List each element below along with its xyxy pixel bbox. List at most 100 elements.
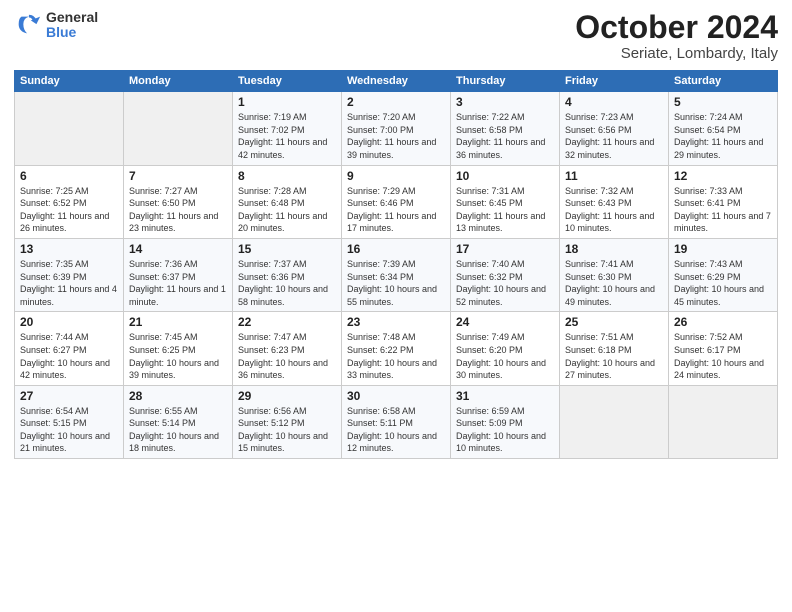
day-info: Sunrise: 7:19 AM Sunset: 7:02 PM Dayligh…	[238, 111, 336, 161]
day-number: 26	[674, 315, 772, 329]
day-number: 31	[456, 389, 554, 403]
day-number: 28	[129, 389, 227, 403]
day-info: Sunrise: 7:32 AM Sunset: 6:43 PM Dayligh…	[565, 185, 663, 235]
table-row: 8Sunrise: 7:28 AM Sunset: 6:48 PM Daylig…	[233, 165, 342, 238]
table-row: 15 Sunrise: 7:37 AM Sunset: 6:36 PM Dayli…	[233, 238, 342, 311]
day-number: 24	[456, 315, 554, 329]
day-number: 27	[20, 389, 118, 403]
col-sunday: Sunday	[15, 71, 124, 92]
day-number: 19	[674, 242, 772, 256]
day-number: 14	[129, 242, 227, 256]
table-row	[560, 385, 669, 458]
day-number: 1	[238, 95, 336, 109]
day-info: Sunrise: 6:56 AM Sunset: 5:12 PM Dayligh…	[238, 405, 336, 455]
table-row: 31 Sunrise: 6:59 AM Sunset: 5:09 PM Dayli…	[451, 385, 560, 458]
col-saturday: Saturday	[669, 71, 778, 92]
day-number: 17	[456, 242, 554, 256]
col-monday: Monday	[124, 71, 233, 92]
day-info: Sunrise: 6:54 AM Sunset: 5:15 PM Dayligh…	[20, 405, 118, 455]
day-number: 18	[565, 242, 663, 256]
logo-text: General Blue	[46, 10, 98, 41]
table-row	[15, 92, 124, 165]
col-wednesday: Wednesday	[342, 71, 451, 92]
day-number: 25	[565, 315, 663, 329]
table-row: 19 Sunrise: 7:43 AM Sunset: 6:29 PM Dayli…	[669, 238, 778, 311]
header: General Blue October 2024 Seriate, Lomba…	[14, 10, 778, 62]
day-info: Sunrise: 7:29 AM Sunset: 6:46 PM Dayligh…	[347, 185, 445, 235]
day-info: Sunrise: 7:44 AM Sunset: 6:27 PM Dayligh…	[20, 331, 118, 381]
logo-blue: Blue	[46, 25, 98, 40]
day-number: 30	[347, 389, 445, 403]
day-number: 16	[347, 242, 445, 256]
table-row: 14 Sunrise: 7:36 AM Sunset: 6:37 PM Dayli…	[124, 238, 233, 311]
day-number: 7	[129, 169, 227, 183]
table-row	[669, 385, 778, 458]
table-row: 7Sunrise: 7:27 AM Sunset: 6:50 PM Daylig…	[124, 165, 233, 238]
col-tuesday: Tuesday	[233, 71, 342, 92]
day-number: 9	[347, 169, 445, 183]
table-row: 2 Sunrise: 7:20 AM Sunset: 7:00 PM Daylig…	[342, 92, 451, 165]
day-info: Sunrise: 7:37 AM Sunset: 6:36 PM Dayligh…	[238, 258, 336, 308]
day-number: 11	[565, 169, 663, 183]
day-number: 21	[129, 315, 227, 329]
day-info: Sunrise: 7:28 AM Sunset: 6:48 PM Dayligh…	[238, 185, 336, 235]
table-row: 12 Sunrise: 7:33 AM Sunset: 6:41 PM Dayli…	[669, 165, 778, 238]
table-row: 26 Sunrise: 7:52 AM Sunset: 6:17 PM Dayli…	[669, 312, 778, 385]
day-info: Sunrise: 7:39 AM Sunset: 6:34 PM Dayligh…	[347, 258, 445, 308]
col-friday: Friday	[560, 71, 669, 92]
day-info: Sunrise: 6:58 AM Sunset: 5:11 PM Dayligh…	[347, 405, 445, 455]
day-number: 3	[456, 95, 554, 109]
day-info: Sunrise: 7:31 AM Sunset: 6:45 PM Dayligh…	[456, 185, 554, 235]
day-info: Sunrise: 7:35 AM Sunset: 6:39 PM Dayligh…	[20, 258, 118, 308]
title-block: October 2024 Seriate, Lombardy, Italy	[575, 10, 778, 62]
day-info: Sunrise: 7:33 AM Sunset: 6:41 PM Dayligh…	[674, 185, 772, 235]
table-row: 3Sunrise: 7:22 AM Sunset: 6:58 PM Daylig…	[451, 92, 560, 165]
main-title: October 2024	[575, 10, 778, 45]
day-number: 6	[20, 169, 118, 183]
table-row: 6 Sunrise: 7:25 AM Sunset: 6:52 PM Daylig…	[15, 165, 124, 238]
table-row: 1 Sunrise: 7:19 AM Sunset: 7:02 PM Daylig…	[233, 92, 342, 165]
page: General Blue October 2024 Seriate, Lomba…	[0, 0, 792, 612]
table-row: 17 Sunrise: 7:40 AM Sunset: 6:32 PM Dayli…	[451, 238, 560, 311]
table-row: 29Sunrise: 6:56 AM Sunset: 5:12 PM Dayli…	[233, 385, 342, 458]
day-number: 4	[565, 95, 663, 109]
table-row: 4 Sunrise: 7:23 AM Sunset: 6:56 PM Daylig…	[560, 92, 669, 165]
logo: General Blue	[14, 10, 98, 41]
day-number: 13	[20, 242, 118, 256]
day-info: Sunrise: 7:23 AM Sunset: 6:56 PM Dayligh…	[565, 111, 663, 161]
day-info: Sunrise: 6:59 AM Sunset: 5:09 PM Dayligh…	[456, 405, 554, 455]
day-number: 23	[347, 315, 445, 329]
day-info: Sunrise: 7:40 AM Sunset: 6:32 PM Dayligh…	[456, 258, 554, 308]
day-info: Sunrise: 7:24 AM Sunset: 6:54 PM Dayligh…	[674, 111, 772, 161]
day-number: 12	[674, 169, 772, 183]
day-info: Sunrise: 6:55 AM Sunset: 5:14 PM Dayligh…	[129, 405, 227, 455]
day-info: Sunrise: 7:52 AM Sunset: 6:17 PM Dayligh…	[674, 331, 772, 381]
day-number: 22	[238, 315, 336, 329]
table-row: 28 Sunrise: 6:55 AM Sunset: 5:14 PM Dayli…	[124, 385, 233, 458]
table-row: 27 Sunrise: 6:54 AM Sunset: 5:15 PM Dayli…	[15, 385, 124, 458]
day-info: Sunrise: 7:20 AM Sunset: 7:00 PM Dayligh…	[347, 111, 445, 161]
day-number: 2	[347, 95, 445, 109]
day-info: Sunrise: 7:25 AM Sunset: 6:52 PM Dayligh…	[20, 185, 118, 235]
table-row: 18 Sunrise: 7:41 AM Sunset: 6:30 PM Dayli…	[560, 238, 669, 311]
day-info: Sunrise: 7:36 AM Sunset: 6:37 PM Dayligh…	[129, 258, 227, 308]
table-row: 13 Sunrise: 7:35 AM Sunset: 6:39 PM Dayli…	[15, 238, 124, 311]
day-info: Sunrise: 7:49 AM Sunset: 6:20 PM Dayligh…	[456, 331, 554, 381]
table-row: 9 Sunrise: 7:29 AM Sunset: 6:46 PM Daylig…	[342, 165, 451, 238]
day-number: 20	[20, 315, 118, 329]
day-info: Sunrise: 7:51 AM Sunset: 6:18 PM Dayligh…	[565, 331, 663, 381]
day-info: Sunrise: 7:48 AM Sunset: 6:22 PM Dayligh…	[347, 331, 445, 381]
table-row: 30 Sunrise: 6:58 AM Sunset: 5:11 PM Dayli…	[342, 385, 451, 458]
table-row: 25 Sunrise: 7:51 AM Sunset: 6:18 PM Dayli…	[560, 312, 669, 385]
table-row: 11 Sunrise: 7:32 AM Sunset: 6:43 PM Dayli…	[560, 165, 669, 238]
day-number: 15	[238, 242, 336, 256]
day-number: 10	[456, 169, 554, 183]
day-info: Sunrise: 7:43 AM Sunset: 6:29 PM Dayligh…	[674, 258, 772, 308]
col-thursday: Thursday	[451, 71, 560, 92]
calendar: Sunday Monday Tuesday Wednesday Thursday…	[14, 70, 778, 459]
table-row	[124, 92, 233, 165]
day-info: Sunrise: 7:41 AM Sunset: 6:30 PM Dayligh…	[565, 258, 663, 308]
table-row: 16 Sunrise: 7:39 AM Sunset: 6:34 PM Dayli…	[342, 238, 451, 311]
table-row: 5Sunrise: 7:24 AM Sunset: 6:54 PM Daylig…	[669, 92, 778, 165]
table-row: 21Sunrise: 7:45 AM Sunset: 6:25 PM Dayli…	[124, 312, 233, 385]
